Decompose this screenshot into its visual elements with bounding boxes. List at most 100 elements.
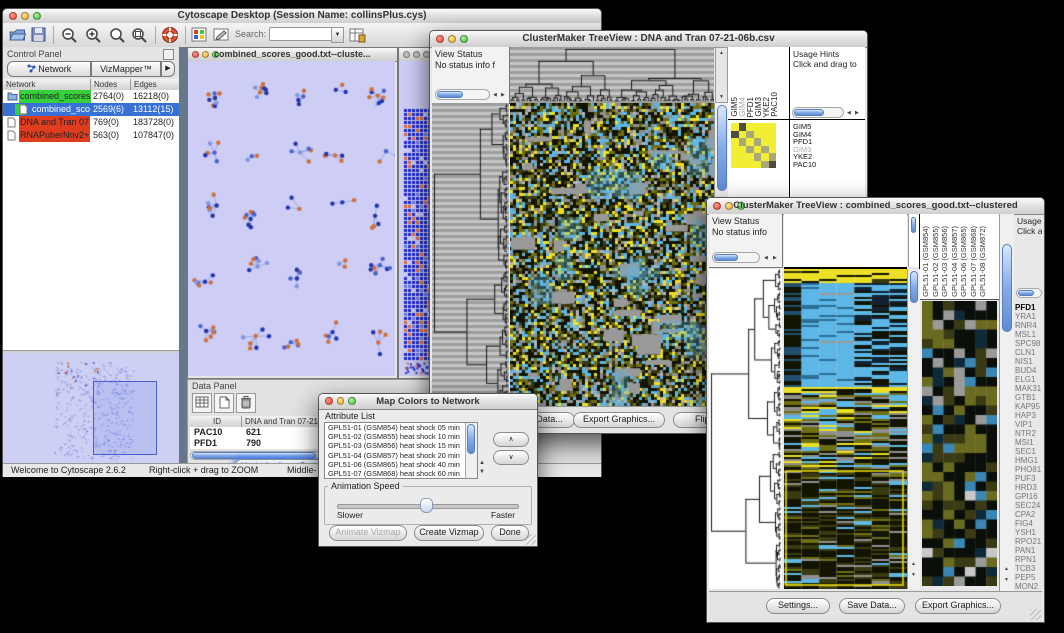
matrix-cell[interactable] [754, 161, 762, 169]
gene-label[interactable]: PAC10 [793, 161, 863, 169]
gene-label[interactable]: CLN1 [1015, 348, 1044, 357]
treeview1-titlebar[interactable]: ClusterMaker TreeView : DNA and Tran 07-… [430, 31, 867, 48]
detail-heatmap[interactable] [922, 301, 997, 586]
attribute-item[interactable]: GPL51-02 (GSM855) heat shock 10 min [325, 432, 477, 441]
col-header-edges[interactable]: Edges [131, 79, 179, 90]
tab-network[interactable]: Network [7, 61, 91, 77]
save-icon[interactable] [31, 27, 46, 47]
gene-label[interactable]: SPC98 [1015, 339, 1044, 348]
network-view-canvas[interactable] [188, 61, 395, 376]
gene-label[interactable]: RPN1 [1015, 555, 1044, 564]
gene-label[interactable]: FIG4 [1015, 519, 1044, 528]
gene-label[interactable]: NTR2 [1015, 429, 1044, 438]
attribute-item[interactable]: GPL51-06 (GSM865) heat shock 40 min [325, 460, 477, 469]
scroll-down-icon[interactable]: ▼ [719, 94, 724, 100]
attribute-item[interactable]: GPL51-07 (GSM868) heat shock 60 min [325, 469, 477, 478]
scroll-down-icon[interactable]: ▼ [479, 469, 485, 475]
scroll-up-icon[interactable]: ▲ [1004, 566, 1009, 572]
dendrogram-scroll-strip[interactable]: ▲ ▼ [715, 47, 728, 103]
resize-grip[interactable] [1030, 609, 1041, 620]
column-label[interactable]: GPL51-04 (GSM857) [951, 226, 959, 297]
gene-label[interactable]: GPI16 [1015, 492, 1044, 501]
gene-label[interactable]: CPA2 [1015, 510, 1044, 519]
tab-vizmapper[interactable]: VizMapper™ [91, 61, 161, 77]
gene-label[interactable]: MSI1 [1015, 438, 1044, 447]
gene-label[interactable]: SEC1 [1015, 447, 1044, 456]
matrix-cell[interactable] [761, 123, 769, 131]
matrix-cell[interactable] [769, 161, 777, 169]
tab-overflow-button[interactable]: ▶ [161, 61, 175, 77]
matrix-cell[interactable] [769, 153, 777, 161]
matrix-cell[interactable] [769, 138, 777, 146]
column-label[interactable]: GPL51-01 (GSM854) [922, 226, 930, 297]
float-panel-icon[interactable] [163, 49, 174, 60]
matrix-cell[interactable] [761, 138, 769, 146]
matrix-cell[interactable] [761, 153, 769, 161]
delete-attribute-trash-icon[interactable] [236, 393, 256, 413]
network-tree-row[interactable]: combined_scores2764(0)16218(0) [3, 90, 179, 103]
matrix-cell[interactable] [769, 131, 777, 139]
usage-hscrollbar[interactable] [792, 107, 844, 118]
column-label[interactable]: GPL51-07 (GSM868) [970, 226, 978, 297]
scroll-right-icon[interactable]: ▶ [501, 92, 505, 98]
gene-label[interactable]: YSH1 [1015, 528, 1044, 537]
usage-hscrollbar[interactable] [1016, 288, 1042, 298]
matrix-cell[interactable] [769, 146, 777, 154]
minimize-icon[interactable] [202, 51, 209, 58]
scroll-left-icon[interactable]: ◀ [847, 110, 851, 116]
column-dendrogram-area[interactable] [784, 214, 907, 269]
matrix-cell[interactable] [739, 153, 747, 161]
network-tree-row[interactable]: combined_sco2569(6)13112(15) [3, 103, 179, 116]
main-heatmap[interactable] [510, 103, 714, 406]
zoom-fit-icon[interactable] [131, 27, 148, 48]
column-dendrogram[interactable] [510, 47, 714, 103]
column-label[interactable]: GPL51-06 (GSM865) [960, 226, 968, 297]
gene-label[interactable]: PAN1 [1015, 546, 1044, 555]
new-attribute-icon[interactable] [214, 393, 234, 413]
matrix-cell[interactable] [754, 153, 762, 161]
matrix-cell[interactable] [754, 138, 762, 146]
matrix-cell[interactable] [746, 153, 754, 161]
create-vizmap-button[interactable]: Create Vizmap [414, 525, 484, 541]
gene-label[interactable]: PHO81 [1015, 465, 1044, 474]
zoom-selected-icon[interactable] [109, 27, 126, 48]
save-data-button[interactable]: Save Data... [839, 598, 905, 614]
top-vscrollbar[interactable] [908, 214, 919, 267]
scroll-down-icon[interactable]: ▼ [1004, 577, 1009, 583]
matrix-cell[interactable] [746, 131, 754, 139]
export-graphics-button[interactable]: Export Graphics... [573, 412, 665, 428]
gene-label[interactable]: NIS1 [1015, 357, 1044, 366]
matrix-cell[interactable] [731, 146, 739, 154]
gene-label[interactable]: HRD3 [1015, 483, 1044, 492]
matrix-cell[interactable] [746, 161, 754, 169]
matrix-cell[interactable] [739, 123, 747, 131]
gene-label[interactable]: HAP3 [1015, 411, 1044, 420]
attribute-list[interactable]: GPL51-01 (GSM854) heat shock 05 minGPL51… [324, 422, 478, 479]
scroll-right-icon[interactable]: ▶ [773, 255, 777, 261]
gene-label[interactable]: BUD4 [1015, 366, 1044, 375]
gene-label[interactable]: MSL1 [1015, 330, 1044, 339]
matrix-cell[interactable] [739, 131, 747, 139]
animation-speed-slider-thumb[interactable] [420, 498, 433, 513]
matrix-cell[interactable] [731, 161, 739, 169]
gene-label[interactable]: TCB3 [1015, 564, 1044, 573]
column-label[interactable]: PAC10 [771, 92, 779, 117]
matrix-cell[interactable] [739, 146, 747, 154]
row-dendrogram[interactable] [432, 103, 509, 406]
scroll-left-icon[interactable]: ◀ [764, 255, 768, 261]
scroll-down-icon[interactable]: ▼ [911, 572, 916, 578]
network-name[interactable]: RNAPuberNov2+ [19, 129, 90, 142]
column-label[interactable]: GPL51-08 (GSM872) [979, 226, 987, 297]
network-name[interactable]: DNA and Tran 07 [19, 116, 90, 129]
matrix-cell[interactable] [769, 123, 777, 131]
close-icon[interactable] [192, 51, 199, 58]
gene-label[interactable]: RNR4 [1015, 321, 1044, 330]
annotation-icon[interactable] [213, 27, 230, 47]
search-input[interactable] [269, 27, 333, 41]
matrix-cell[interactable] [731, 123, 739, 131]
gene-label[interactable]: PUF3 [1015, 474, 1044, 483]
network-name[interactable]: combined_sco [31, 103, 91, 116]
view-status-hscrollbar[interactable] [435, 89, 490, 100]
matrix-cell[interactable] [731, 138, 739, 146]
col-header-id[interactable]: ID [190, 416, 242, 427]
